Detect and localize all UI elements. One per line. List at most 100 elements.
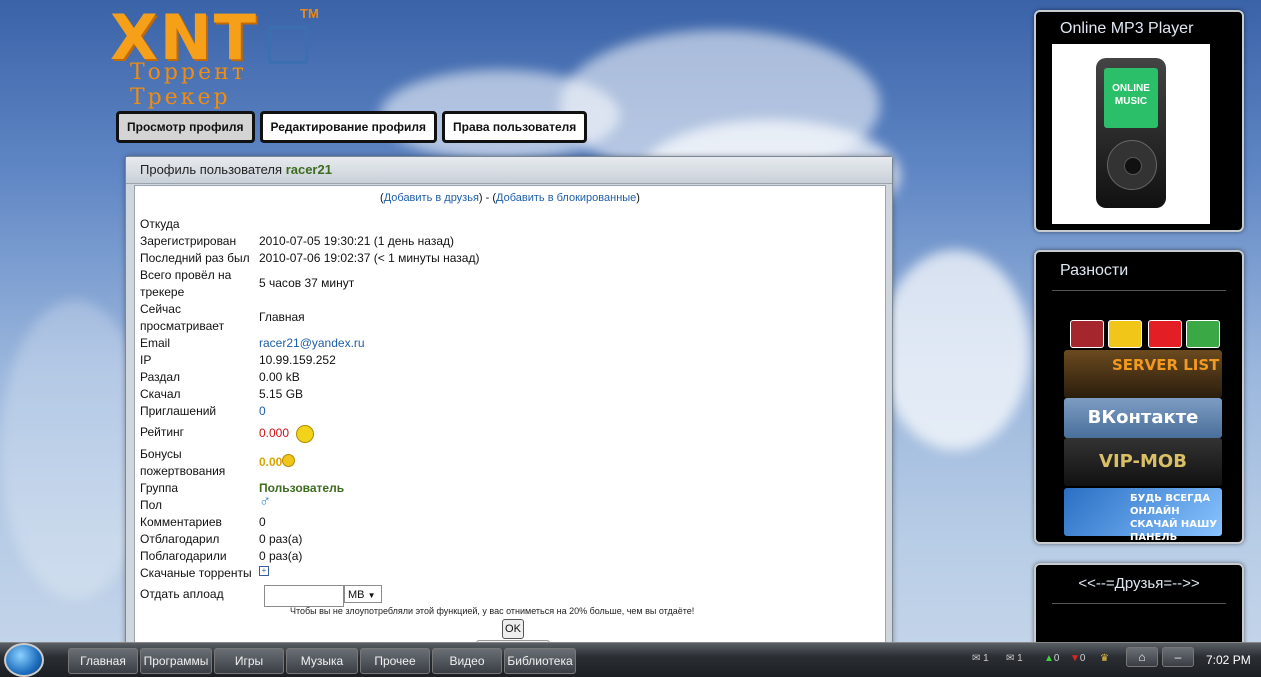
rating-value: 0.000 — [259, 426, 290, 441]
separator: - — [482, 192, 493, 204]
row-value: 5 часов 37 минут — [259, 276, 355, 290]
beeline-logo-icon[interactable] — [1108, 320, 1142, 348]
server-list-banner[interactable]: SERVER LIST — [1064, 350, 1222, 398]
row-label: Бонусы пожертвования — [140, 447, 226, 478]
row-value: 2010-07-06 19:02:37 (< 1 минуты назад) — [259, 251, 480, 265]
row-give-upload: Отдать аплоад MB ▼ — [140, 585, 760, 607]
row-label: Скачаные торренты — [140, 566, 252, 580]
row-value: 5.15 GB — [259, 387, 304, 401]
download-panel-banner[interactable]: БУДЬ ВСЕГДА ОНЛАЙН СКАЧАЙ НАШУ ПАНЕЛЬ — [1064, 488, 1222, 543]
group-value: Пользователь — [259, 481, 345, 495]
chevron-down-icon: ▼ — [367, 591, 376, 600]
mp3-player-box: Online MP3 Player ONLINE MUSIC — [1034, 10, 1244, 232]
logo-subtitle: Торрент Трекер — [130, 60, 247, 110]
floppy-disk-icon — [268, 26, 308, 64]
row-label: Рейтинг — [140, 425, 185, 439]
friends-title: <<--=Друзья=-->> — [1078, 575, 1200, 592]
row-label: Поблагодарили — [140, 549, 227, 563]
ok-button[interactable]: OK — [502, 619, 524, 639]
misc-box: Разности SERVER LIST ВКонтакте VIP-MOB Б… — [1034, 250, 1244, 544]
mts-logo-icon[interactable] — [1148, 320, 1182, 348]
trophy-icon: ♛ — [1100, 653, 1109, 664]
upload-unit-value: MB — [348, 589, 365, 601]
profile-tabs: Просмотр профиля Редактирование профиля … — [116, 111, 588, 143]
player-title: Online MP3 Player — [1060, 20, 1194, 37]
row-value: Главная — [259, 310, 305, 324]
upload-unit-select[interactable]: MB ▼ — [344, 585, 382, 603]
ncc-logo-icon[interactable] — [1070, 320, 1104, 348]
row-label: Откуда — [140, 217, 180, 231]
row-label: IP — [140, 353, 152, 367]
expand-plus-icon[interactable]: + — [259, 566, 269, 576]
taskbar-games[interactable]: Игры — [214, 648, 284, 674]
row-label: Отдать аплоад — [140, 587, 224, 601]
divider — [1052, 290, 1226, 291]
tab-user-rights[interactable]: Права пользователя — [442, 111, 588, 143]
mail-icon[interactable]: ✉ 1 — [972, 653, 989, 664]
taskbar-home[interactable]: Главная — [68, 648, 138, 674]
vkontakte-banner[interactable]: ВКонтакте — [1064, 398, 1222, 438]
row-label: Отблагодарил — [140, 532, 220, 546]
start-button[interactable] — [4, 643, 44, 677]
site-logo[interactable]: XNT TM Торрент Трекер — [110, 6, 340, 111]
row-value: 2010-07-05 19:30:21 (1 день назад) — [259, 234, 454, 248]
click-wheel — [1107, 140, 1157, 190]
email-link[interactable]: racer21@yandex.ru — [259, 335, 365, 352]
megafon-logo-icon[interactable] — [1186, 320, 1220, 348]
add-block-link[interactable]: Добавить в блокированные — [496, 192, 636, 204]
row-label: Сейчас просматривает — [140, 302, 225, 333]
upload-amount-input[interactable] — [264, 585, 344, 607]
coin-icon — [282, 454, 296, 467]
row-value: 0 — [259, 515, 266, 529]
download-count: 0 — [1079, 653, 1086, 664]
profile-body: (Добавить в друзья) - (Добавить в блокир… — [134, 185, 886, 653]
upload-note: Чтобы вы не злоупотребляли этой функцией… — [290, 606, 695, 616]
row-value: 0 раз(а) — [259, 549, 303, 563]
home-icon[interactable]: ⌂ — [1126, 647, 1158, 667]
minimize-icon[interactable]: – — [1162, 647, 1194, 667]
panel-title: Профиль пользователя racer21 — [126, 157, 892, 184]
bonus-value: 0.00 — [259, 455, 283, 469]
invites-link[interactable]: 0 — [259, 403, 266, 420]
add-friend-link[interactable]: Добавить в друзья — [384, 192, 479, 204]
row-label: Последний раз был — [140, 251, 250, 265]
row-value: 0 раз(а) — [259, 532, 303, 546]
divider — [1052, 603, 1226, 604]
clock: 7:02 PM — [1206, 653, 1251, 667]
upload-arrow-icon: ▲0 — [1044, 653, 1060, 664]
taskbar-library[interactable]: Библиотека — [504, 648, 576, 674]
taskbar-programs[interactable]: Программы — [140, 648, 212, 674]
taskbar-music[interactable]: Музыка — [286, 648, 358, 674]
row-label: Пол — [140, 498, 163, 512]
male-icon: ♂ — [259, 493, 271, 510]
profile-actions: (Добавить в друзья) - (Добавить в блокир… — [135, 186, 885, 209]
mail-count: 1 — [983, 653, 989, 664]
taskbar: Главная Программы Игры Музыка Прочее Вид… — [0, 642, 1261, 677]
rating-value-wrap: 0.000 — [259, 425, 315, 443]
tab-edit-profile[interactable]: Редактирование профиля — [259, 111, 438, 143]
vip-mob-banner[interactable]: VIP-MOB — [1064, 438, 1222, 486]
bonus-value-wrap: 0.00 — [259, 454, 296, 471]
profile-username: racer21 — [285, 162, 332, 177]
row-label: Скачал — [140, 387, 181, 401]
row-label: Приглашений — [140, 404, 217, 418]
paren: ) — [636, 192, 640, 204]
row-label: Зарегистрирован — [140, 234, 237, 248]
misc-title: Разности — [1060, 262, 1129, 279]
ipod-icon: ONLINE MUSIC — [1096, 58, 1166, 208]
player-widget[interactable]: ONLINE MUSIC — [1052, 44, 1210, 224]
row-label: Раздал — [140, 370, 181, 384]
upload-count: 0 — [1053, 653, 1060, 664]
mail-count: 1 — [1017, 653, 1023, 664]
ipod-screen: ONLINE MUSIC — [1104, 68, 1158, 128]
taskbar-video[interactable]: Видео — [432, 648, 502, 674]
row-label: Комментариев — [140, 515, 222, 529]
panel-title-prefix: Профиль пользователя — [140, 162, 283, 177]
tab-view-profile[interactable]: Просмотр профиля — [116, 111, 255, 143]
row-label: Группа — [140, 481, 179, 495]
mail-icon[interactable]: ✉ 1 — [1006, 653, 1023, 664]
smiley-icon — [296, 425, 315, 443]
logo-tm: TM — [300, 6, 319, 21]
taskbar-other[interactable]: Прочее — [360, 648, 430, 674]
row-value: 10.99.159.252 — [259, 353, 336, 367]
